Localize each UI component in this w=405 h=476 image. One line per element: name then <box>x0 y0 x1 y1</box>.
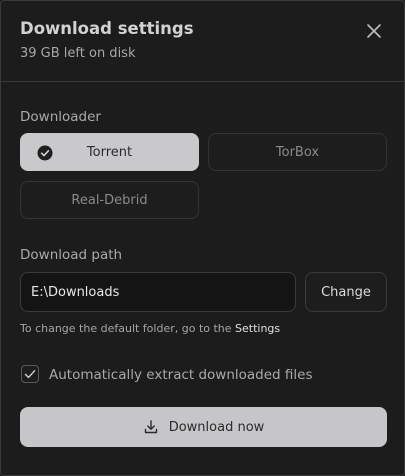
downloader-option-torbox[interactable]: TorBox <box>208 133 387 171</box>
path-hint: To change the default folder, go to the … <box>20 322 280 335</box>
change-path-button[interactable]: Change <box>305 272 387 312</box>
extract-checkbox-label: Automatically extract downloaded files <box>49 367 313 383</box>
download-icon <box>144 420 157 434</box>
extract-checkbox[interactable] <box>21 365 39 383</box>
downloader-option-real-debrid[interactable]: Real-Debrid <box>20 181 199 219</box>
close-icon <box>367 24 381 38</box>
close-button[interactable] <box>363 20 385 42</box>
download-settings-modal: Download settings 39 GB left on disk Dow… <box>0 0 405 476</box>
downloader-option-label: Real-Debrid <box>71 192 148 208</box>
check-circle-icon <box>37 145 53 161</box>
downloader-option-label: Torrent <box>86 144 133 160</box>
disk-space-text: 39 GB left on disk <box>20 46 136 61</box>
modal-title: Download settings <box>20 19 194 38</box>
settings-link[interactable]: Settings <box>235 322 280 335</box>
path-hint-text: To change the default folder, go to the <box>20 322 236 335</box>
download-path-input[interactable] <box>20 272 296 312</box>
download-path-label: Download path <box>20 247 123 263</box>
download-now-label: Download now <box>168 419 265 435</box>
modal-header: Download settings 39 GB left on disk <box>1 1 404 82</box>
downloader-option-label: TorBox <box>275 144 320 160</box>
download-now-button[interactable]: Download now <box>20 407 387 447</box>
downloader-label: Downloader <box>20 109 101 125</box>
checkmark-icon <box>24 370 36 379</box>
downloader-option-torrent[interactable]: Torrent <box>20 133 199 171</box>
